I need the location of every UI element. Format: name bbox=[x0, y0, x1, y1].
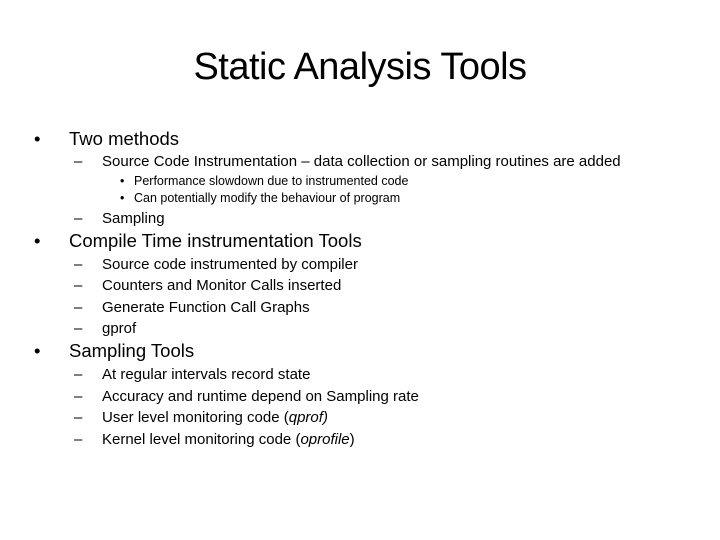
bullet-icon: • bbox=[120, 191, 125, 205]
sub-item-text: Source Code Instrumentation – data colle… bbox=[102, 153, 621, 170]
dash-icon: – bbox=[74, 210, 83, 227]
bullet-text: Two methods bbox=[69, 128, 180, 149]
tool-name: oprofile bbox=[300, 431, 350, 448]
sub-sub-item-text: Can potentially modify the behaviour of … bbox=[134, 191, 401, 205]
dash-icon: – bbox=[74, 409, 83, 426]
dash-icon: – bbox=[74, 366, 83, 383]
slide-title: Static Analysis Tools bbox=[193, 46, 527, 88]
tool-name: qprof) bbox=[288, 409, 328, 426]
sub-item-text-suffix: ) bbox=[349, 431, 355, 448]
dash-icon: – bbox=[74, 153, 83, 170]
sub-sub-item-text: Performance slowdown due to instrumented… bbox=[134, 174, 409, 188]
sub-item-text: Accuracy and runtime depend on Sampling … bbox=[102, 388, 419, 405]
dash-icon: – bbox=[74, 256, 83, 273]
bullet-icon: • bbox=[120, 174, 125, 188]
bullet-text: Compile Time instrumentation Tools bbox=[69, 230, 362, 251]
bullet-text: Sampling Tools bbox=[69, 340, 195, 361]
sub-item-text-plain: User level monitoring code ( bbox=[102, 409, 289, 426]
sub-item-text: gprof bbox=[102, 320, 137, 337]
sub-item-text: Source code instrumented by compiler bbox=[102, 256, 358, 273]
sub-item-text: User level monitoring code (qprof) bbox=[102, 408, 328, 427]
bullet-icon: • bbox=[34, 340, 41, 361]
dash-icon: – bbox=[74, 388, 83, 405]
sub-item-text-plain: Kernel level monitoring code ( bbox=[102, 431, 301, 448]
bullet-icon: • bbox=[34, 230, 41, 251]
sub-item-text: Sampling bbox=[102, 210, 165, 227]
sub-item-text: Counters and Monitor Calls inserted bbox=[102, 277, 342, 294]
dash-icon: – bbox=[74, 277, 83, 294]
sub-item-text: Kernel level monitoring code (oprofile) bbox=[102, 430, 355, 449]
dash-icon: – bbox=[74, 320, 83, 337]
dash-icon: – bbox=[74, 299, 83, 316]
sub-item-text: Generate Function Call Graphs bbox=[102, 299, 310, 316]
bullet-icon: • bbox=[34, 128, 41, 149]
dash-icon: – bbox=[74, 431, 83, 448]
sub-item-text: At regular intervals record state bbox=[102, 366, 311, 383]
